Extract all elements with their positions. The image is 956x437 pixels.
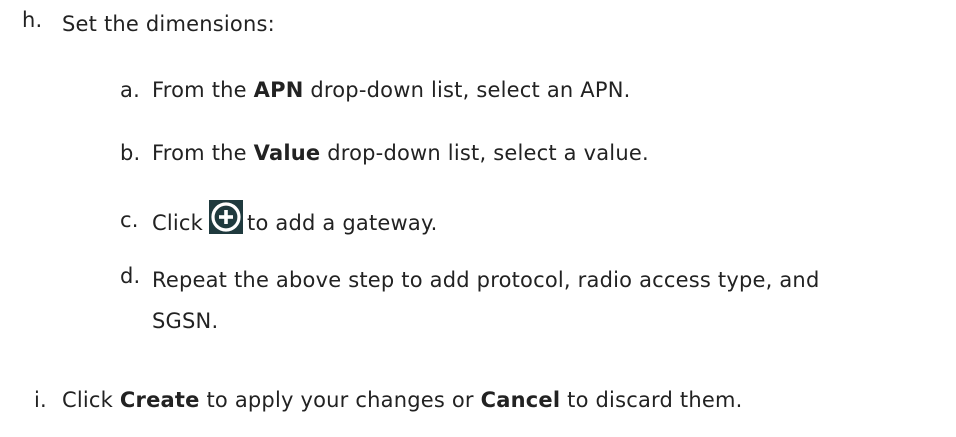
step-a: From the APN drop-down list, select an A… bbox=[152, 76, 631, 104]
step-text: Click bbox=[152, 211, 204, 235]
step-marker: c. bbox=[120, 208, 139, 232]
step-h: h. bbox=[22, 6, 42, 34]
add-circle-icon bbox=[209, 200, 244, 234]
step-text: Repeat the above step to add protocol, r… bbox=[152, 268, 820, 292]
ui-term-apn: APN bbox=[253, 78, 304, 102]
step-c-marker: c. bbox=[120, 206, 139, 234]
step-c: Click to add a gateway. bbox=[152, 200, 437, 237]
step-marker: h. bbox=[22, 8, 43, 32]
step-text: Click bbox=[62, 388, 120, 412]
step-a-marker: a. bbox=[120, 76, 140, 104]
step-marker: a. bbox=[120, 78, 140, 102]
step-text: to add a gateway. bbox=[247, 211, 438, 235]
step-marker: i. bbox=[34, 388, 47, 412]
ui-term-create: Create bbox=[119, 388, 200, 412]
step-text: SGSN. bbox=[152, 309, 219, 333]
step-text: to apply your changes or bbox=[199, 388, 481, 412]
ui-term-cancel: Cancel bbox=[480, 388, 561, 412]
ui-term-value: Value bbox=[253, 141, 321, 165]
step-text: From the bbox=[152, 141, 254, 165]
step-d-continued: SGSN. bbox=[152, 307, 218, 335]
step-text: Set the dimensions: bbox=[62, 12, 275, 36]
step-text: to discard them. bbox=[560, 388, 743, 412]
step-d-marker: d. bbox=[120, 262, 140, 290]
step-marker: d. bbox=[120, 264, 141, 288]
step-text: drop-down list, select an APN. bbox=[303, 78, 631, 102]
step-i-marker: i. bbox=[34, 386, 47, 414]
step-i: Click Create to apply your changes or Ca… bbox=[62, 386, 743, 414]
step-d: Repeat the above step to add protocol, r… bbox=[152, 266, 819, 294]
step-h-text: Set the dimensions: bbox=[62, 10, 275, 38]
step-text: drop-down list, select a value. bbox=[320, 141, 649, 165]
step-b-marker: b. bbox=[120, 139, 140, 167]
step-text: From the bbox=[152, 78, 254, 102]
step-marker: b. bbox=[120, 141, 141, 165]
step-b: From the Value drop-down list, select a … bbox=[152, 139, 649, 167]
